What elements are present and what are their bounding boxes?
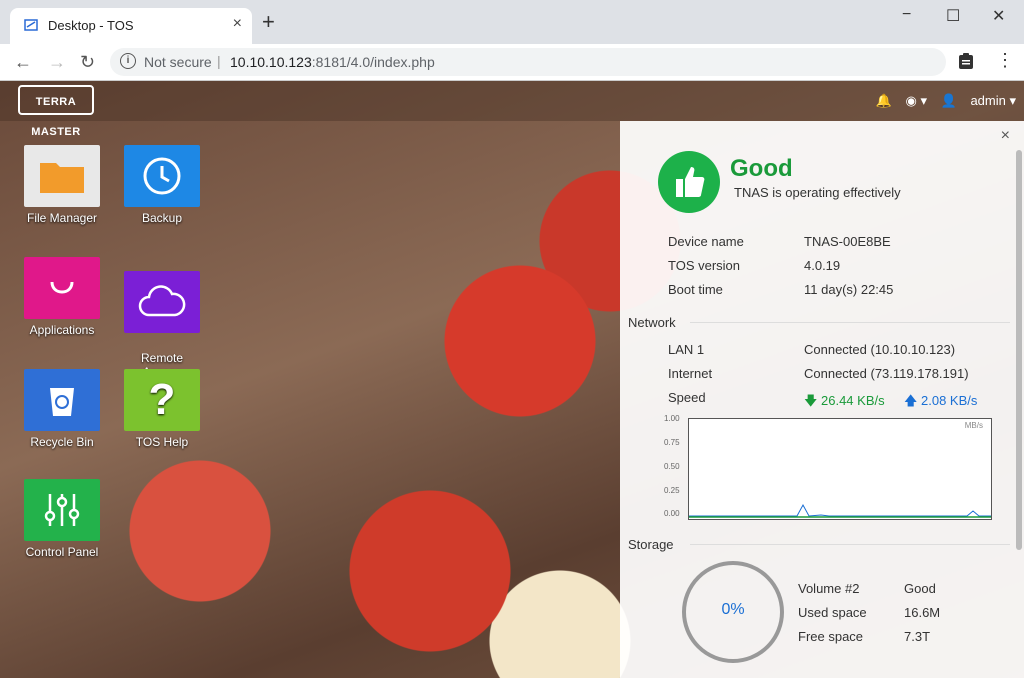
app-label: Control Panel [25,545,99,559]
lan-value: Connected (10.10.10.123) [804,342,956,357]
internet-value: Connected (73.119.178.191) [804,366,969,381]
tos-version-label: TOS version [668,258,741,273]
used-space-label: Used space [798,605,867,620]
tos-favicon-icon [24,19,38,31]
url-host: 10.10.10.123 [230,54,312,70]
folder-icon [24,145,100,207]
speed-lines [689,503,991,518]
url-text: 10.10.10.123:8181/4.0/index.php [230,54,435,70]
url-separator: | [217,53,221,69]
app-label: Recycle Bin [30,435,94,449]
app-label: File Manager [26,211,98,225]
minimize-button[interactable]: − [902,6,911,24]
app-file-manager[interactable]: File Manager [12,145,112,225]
app-applications[interactable]: Applications [12,257,112,337]
app-label: Backup [141,211,183,225]
status-title: Good [730,155,793,182]
app-label: Applications [29,323,95,337]
storage-usage-gauge: 0% [682,561,784,663]
internet-label: Internet [668,366,713,381]
speed-label: Speed [668,390,706,405]
app-recycle-bin[interactable]: Recycle Bin [12,369,112,449]
cloud-icon [124,271,200,333]
y-tick: 0.25 [664,486,680,495]
upload-value: 2.08 KB/s [921,393,978,408]
url-path: :8181/4.0/index.php [311,54,435,70]
app-remote-access[interactable]: Remote Access [112,257,212,379]
upload-speed: 🡅 2.08 KB/s [904,392,977,414]
security-status: Not secure [144,54,212,70]
forward-button[interactable]: → [48,52,66,73]
y-tick: 0.00 [664,509,680,518]
download-speed: 🡇 26.44 KB/s [804,392,885,414]
tab-close-icon[interactable]: × [233,15,242,33]
back-button[interactable]: ← [14,52,32,73]
address-toolbar: ← → ↻ i Not secure | 10.10.10.123:8181/4… [0,44,1024,81]
info-icon[interactable]: i [120,53,136,69]
y-tick: 0.75 [664,438,680,447]
boot-time-value: 11 day(s) 22:45 [804,282,894,297]
lan-label: LAN 1 [668,342,705,357]
download-value: 26.44 KB/s [821,393,885,408]
topbar-icons: 🔔 ◉ ▾ 👤 admin ▾ [866,93,1016,109]
browser-menu-icon[interactable]: ⋮ [996,50,1014,71]
new-tab-button[interactable]: + [262,11,275,33]
chart-unit: MB/s [964,421,983,430]
panel-scrollbar[interactable] [1016,150,1022,550]
y-tick: 1.00 [664,414,680,423]
panel-close-icon[interactable]: × [1001,127,1010,145]
tab-title: Desktop - TOS [48,18,134,33]
download-arrow-icon: 🡇 [804,393,818,408]
thumbs-up-icon [658,151,720,213]
volume-status: Good [904,581,936,596]
status-subtitle: TNAS is operating effectively [734,185,901,200]
app-backup[interactable]: Backup [112,145,212,225]
close-window-button[interactable]: ✕ [992,6,1005,26]
tos-version-value: 4.0.19 [804,258,841,273]
gauge-value: 0% [721,601,745,618]
storage-section-title: Storage [628,537,674,552]
free-space-label: Free space [798,629,864,644]
volume-label: Volume #2 [798,581,860,596]
bag-icon [24,257,100,319]
divider [690,322,1010,323]
clipboard-extension-icon[interactable] [958,52,974,70]
network-speed-chart: MB/s [688,418,992,520]
divider [690,544,1010,545]
device-name-label: Device name [668,234,744,249]
sliders-icon [24,479,100,541]
bell-icon[interactable]: 🔔 [876,93,892,108]
help-icon: ? [124,369,200,431]
boot-time-label: Boot time [668,282,723,297]
app-tos-help[interactable]: ? TOS Help [112,369,212,449]
username: admin [970,93,1006,108]
browser-titlebar: Desktop - TOS × + − ☐ ✕ [0,0,1024,44]
clock-icon [124,145,200,207]
address-bar[interactable]: i Not secure | 10.10.10.123:8181/4.0/ind… [110,48,946,76]
used-space-value: 16.6M [904,605,941,620]
user-menu[interactable]: 👤 admin ▾ [941,93,1016,108]
upload-arrow-icon: 🡅 [904,393,918,408]
maximize-button[interactable]: ☐ [946,6,960,26]
tos-topbar: TERRA MASTER 🔔 ◉ ▾ 👤 admin ▾ [0,81,1024,138]
app-control-panel[interactable]: Control Panel [12,479,112,559]
reload-button[interactable]: ↻ [80,52,95,73]
globe-icon[interactable]: ◉ ▾ [906,93,927,108]
network-section-title: Network [628,315,676,330]
app-label: TOS Help [135,435,189,449]
device-name-value: TNAS-00E8BE [804,234,891,249]
y-tick: 0.50 [664,462,680,471]
browser-tab[interactable]: Desktop - TOS × [10,8,252,44]
free-space-value: 7.3T [904,629,931,644]
system-status-panel: × Good TNAS is operating effectively Dev… [620,121,1024,678]
recycle-icon [24,369,100,431]
terramaster-logo: TERRA MASTER [18,85,94,138]
